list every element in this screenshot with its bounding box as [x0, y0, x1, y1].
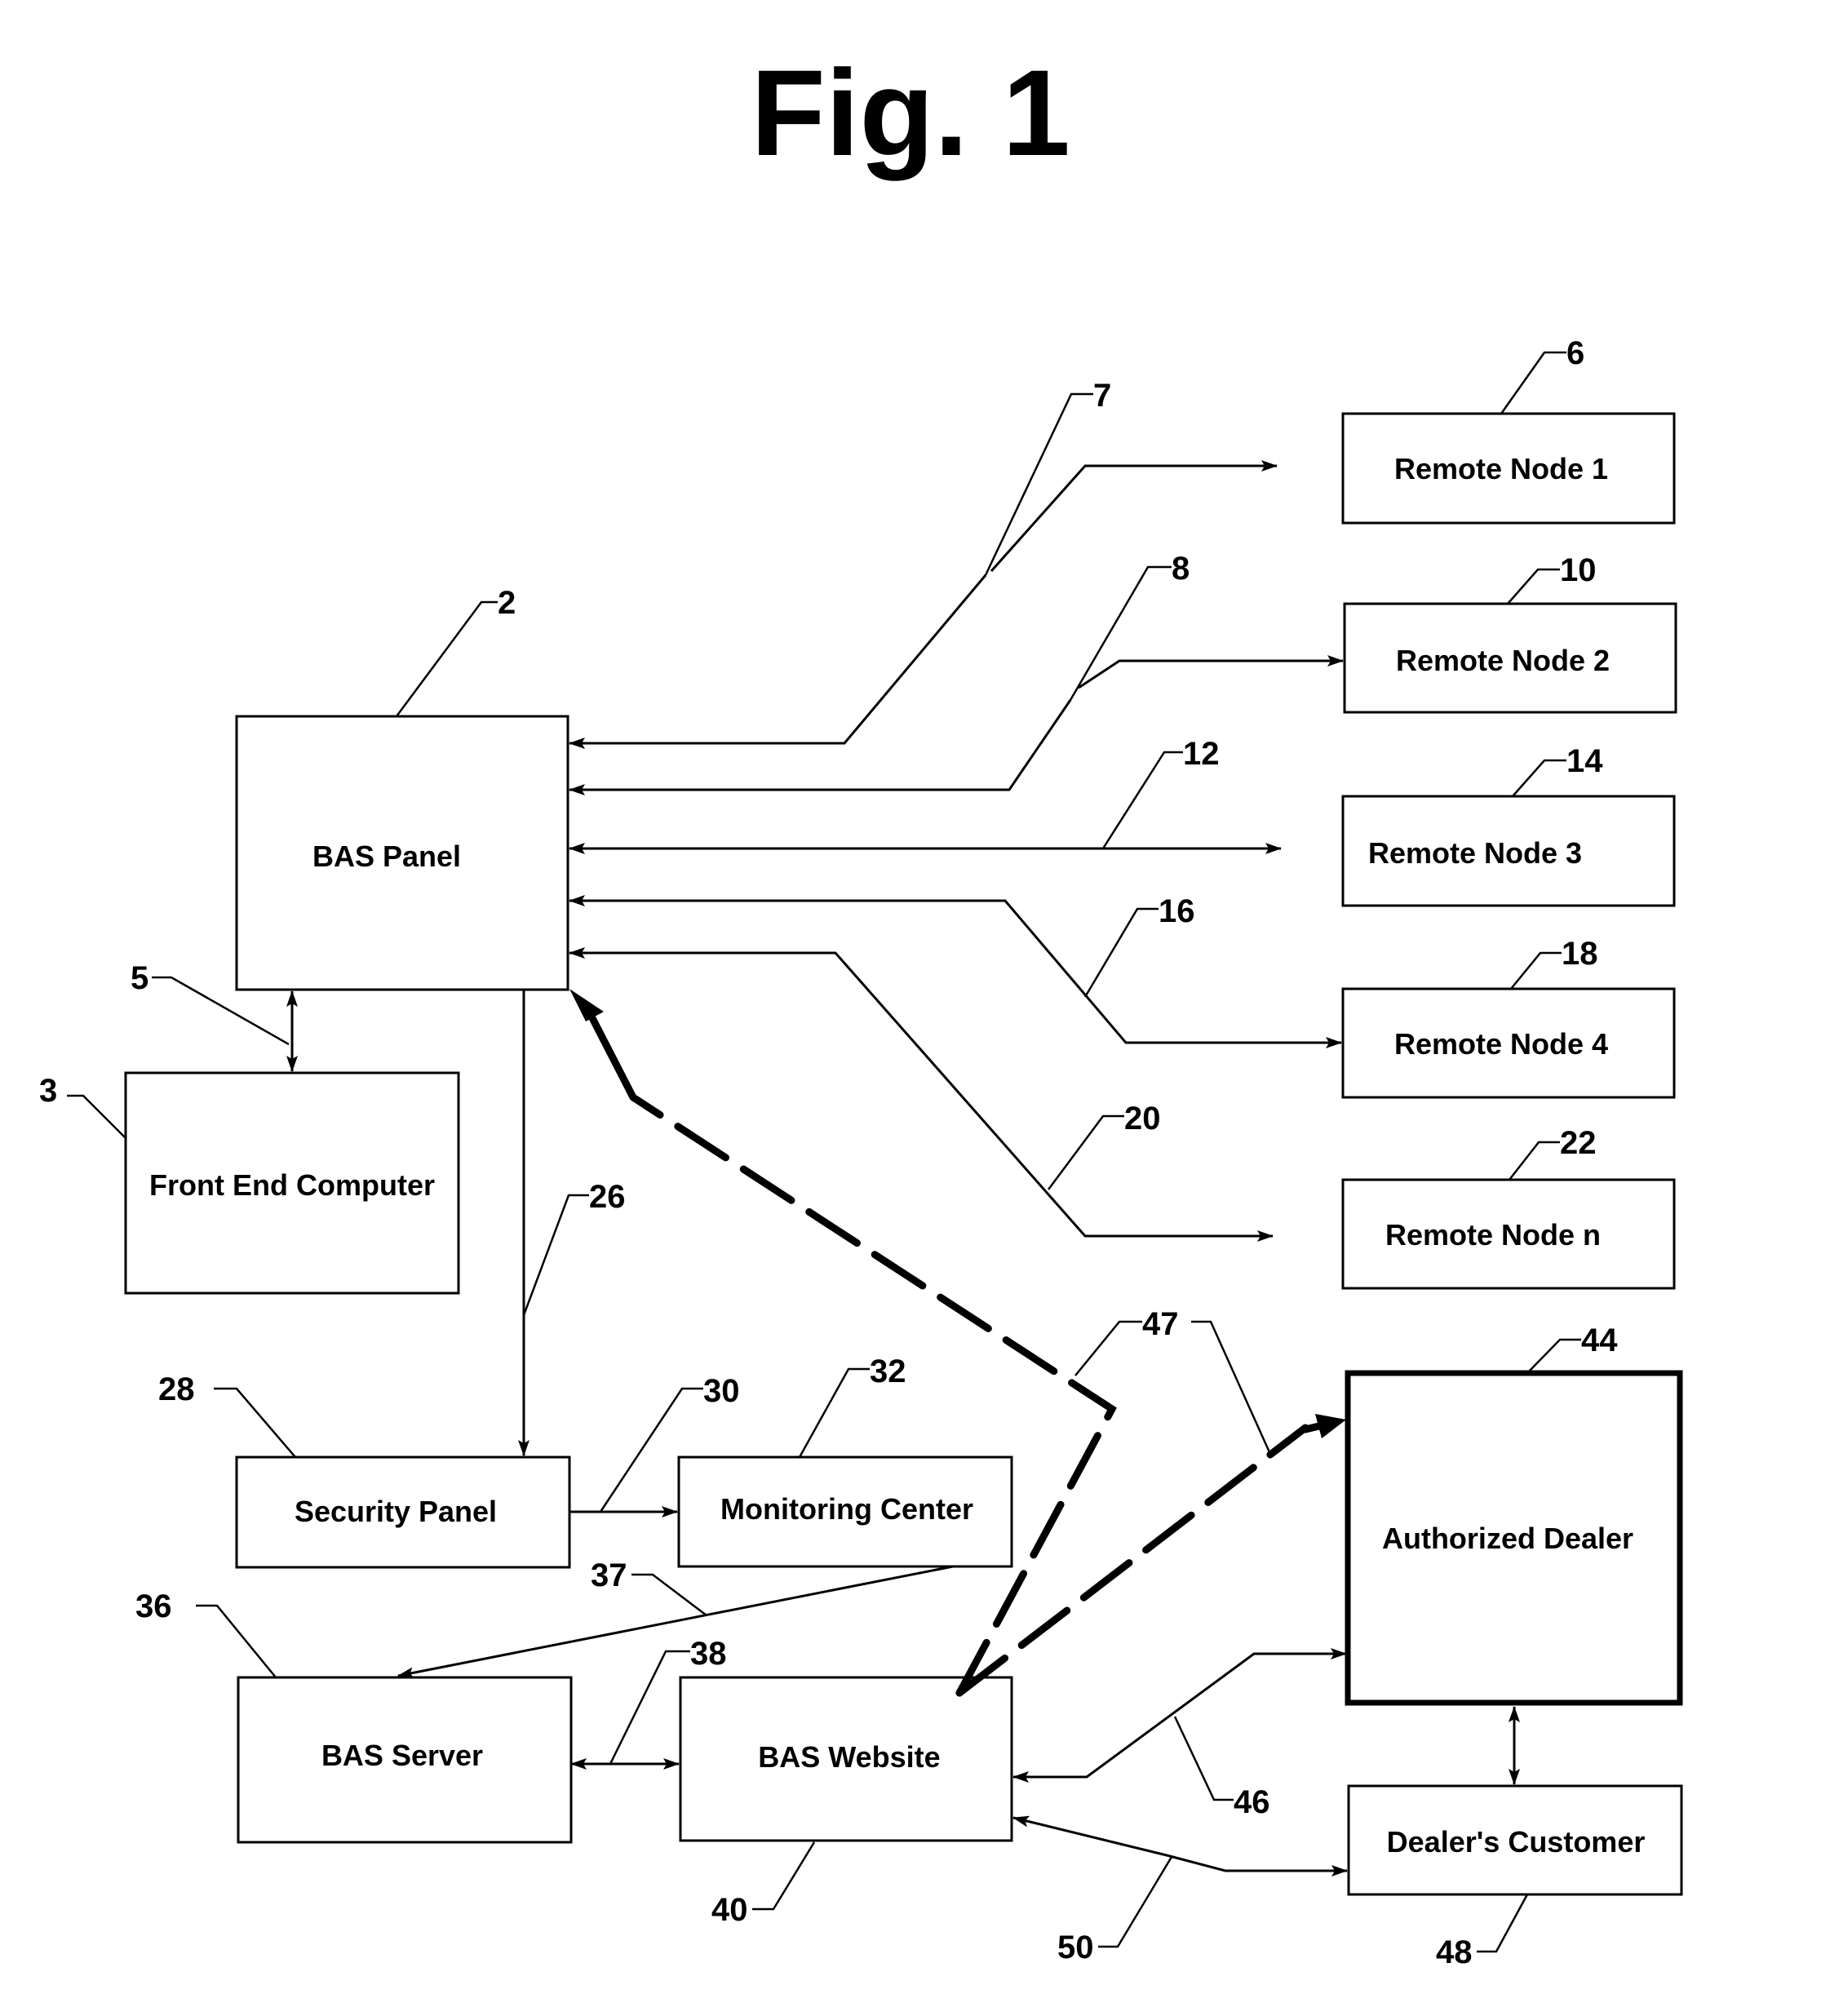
front-end-computer-label: Front End Computer: [149, 1168, 435, 1202]
ref-16: 16: [1159, 893, 1195, 929]
leader-44: [1526, 1338, 1581, 1374]
bas-panel-label: BAS Panel: [312, 840, 461, 873]
security-panel-box: Security Panel: [235, 1456, 571, 1569]
link-website-customer: [1012, 1815, 1348, 1876]
ref-12: 12: [1183, 736, 1220, 772]
bas-website-box: BAS Website: [679, 1676, 1013, 1842]
ref-32: 32: [870, 1354, 906, 1389]
link-panel-node1-b: [990, 460, 1278, 572]
leader-50: [1098, 1856, 1173, 1948]
arrowhead-to-panel: [569, 989, 604, 1021]
remote-node-3-label: Remote Node 3: [1368, 836, 1582, 870]
leader-2: [395, 600, 498, 717]
ref-10: 10: [1560, 552, 1597, 588]
leader-28: [214, 1387, 296, 1458]
leader-14: [1512, 759, 1566, 797]
leader-32: [798, 1367, 870, 1458]
ref-40: 40: [711, 1892, 748, 1928]
ref-46: 46: [1234, 1784, 1270, 1820]
ref-2: 2: [498, 585, 516, 621]
ref-6: 6: [1566, 335, 1584, 371]
link-dealer-website: [1012, 1648, 1347, 1783]
leader-10: [1507, 568, 1560, 605]
remote-node-1-label: Remote Node 1: [1394, 452, 1608, 485]
ref-14: 14: [1566, 743, 1603, 779]
remote-node-3-box: Remote Node 3: [1341, 795, 1676, 907]
remote-node-4-label: Remote Node 4: [1394, 1027, 1608, 1061]
ref-36: 36: [135, 1588, 172, 1624]
authorized-dealer-box: Authorized Dealer: [1345, 1370, 1683, 1706]
ref-37: 37: [591, 1557, 627, 1593]
leader-26: [522, 1194, 589, 1316]
ref-48: 48: [1436, 1934, 1473, 1970]
leader-48: [1477, 1894, 1529, 1953]
bas-panel-box: BAS Panel: [235, 715, 569, 991]
arrow-shaft-to-dealer: [1301, 1420, 1330, 1433]
leader-8: [1069, 565, 1172, 701]
remote-node-2-box: Remote Node 2: [1343, 602, 1677, 714]
bas-website-label: BAS Website: [758, 1740, 940, 1774]
ref-22: 22: [1560, 1125, 1597, 1161]
ref-26: 26: [589, 1179, 626, 1215]
remote-node-n-label: Remote Node n: [1385, 1218, 1601, 1252]
ref-38: 38: [690, 1636, 727, 1672]
link-website-panel-solid-end: [585, 1008, 637, 1101]
leader-38: [609, 1650, 690, 1765]
leader-22: [1509, 1141, 1560, 1181]
monitoring-center-box: Monitoring Center: [677, 1456, 1013, 1568]
front-end-computer-box: Front End Computer: [124, 1071, 460, 1295]
patent-figure: Fig. 1 BAS Panel Front End Computer Remo…: [39, 44, 1683, 1970]
dealers-customer-box: Dealer's Customer: [1347, 1784, 1683, 1896]
link-panel-node4: [569, 895, 1342, 1048]
ref-28: 28: [158, 1371, 195, 1407]
leader-47b: [1191, 1320, 1271, 1453]
dealers-customer-label: Dealer's Customer: [1387, 1825, 1646, 1859]
link-panel-node2-a: [569, 699, 1072, 795]
ref-18: 18: [1562, 936, 1598, 972]
remote-node-1-box: Remote Node 1: [1341, 412, 1676, 525]
ref-30: 30: [703, 1373, 740, 1409]
leader-36: [196, 1604, 277, 1678]
link-panel-node1-a: [569, 574, 987, 749]
link-panel-noden: [569, 947, 1274, 1242]
remote-node-n-box: Remote Node n: [1341, 1178, 1676, 1290]
security-panel-label: Security Panel: [295, 1495, 497, 1528]
ref-3: 3: [39, 1073, 57, 1109]
ref-47: 47: [1142, 1306, 1179, 1342]
leader-6: [1500, 351, 1566, 414]
link-monitoring-server: [397, 1565, 954, 1679]
bas-server-box: BAS Server: [237, 1676, 573, 1844]
leader-12: [1101, 751, 1183, 849]
leader-47a: [1074, 1320, 1142, 1376]
leader-20: [1047, 1114, 1124, 1190]
leader-7: [984, 392, 1093, 576]
monitoring-center-label: Monitoring Center: [720, 1492, 973, 1526]
ref-20: 20: [1124, 1101, 1161, 1136]
leader-3: [67, 1094, 126, 1139]
remote-node-2-label: Remote Node 2: [1396, 644, 1610, 677]
ref-7: 7: [1093, 378, 1111, 414]
leader-18: [1510, 951, 1562, 990]
remote-node-4-box: Remote Node 4: [1341, 987, 1676, 1099]
leader-16: [1083, 907, 1159, 998]
ref-44: 44: [1581, 1323, 1618, 1358]
ref-50: 50: [1057, 1930, 1094, 1965]
ref-8: 8: [1172, 551, 1190, 587]
figure-title: Fig. 1: [751, 44, 1070, 181]
leader-46: [1173, 1716, 1234, 1801]
link-panel-node2-b: [1078, 655, 1344, 689]
bas-server-label: BAS Server: [321, 1739, 483, 1772]
leader-40: [752, 1841, 816, 1911]
authorized-dealer-label: Authorized Dealer: [1382, 1522, 1633, 1555]
ref-5: 5: [131, 960, 148, 996]
leader-37: [631, 1573, 707, 1616]
